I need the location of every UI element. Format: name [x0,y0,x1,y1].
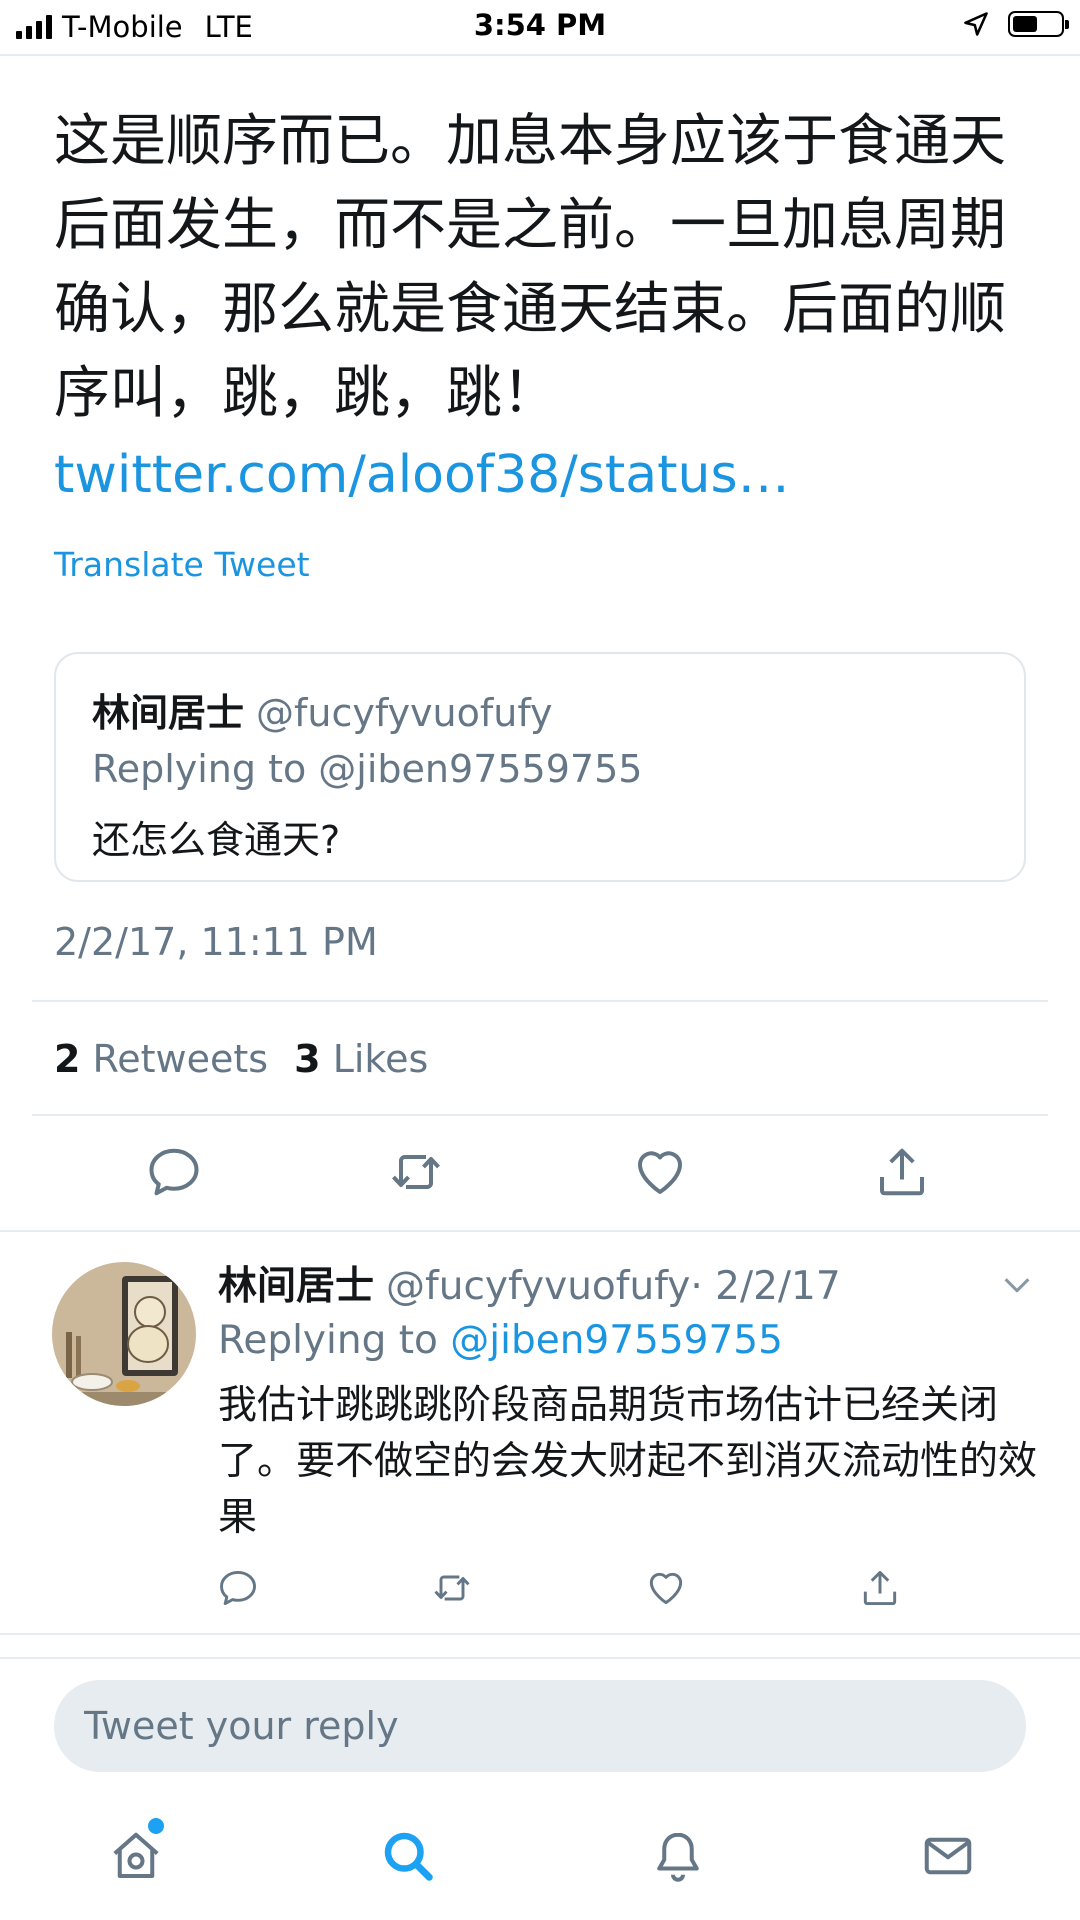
avatar-image [52,1262,196,1406]
tweet-timestamp: 2/2/17, 11:11 PM [54,920,378,964]
likes-label: Likes [332,1037,429,1081]
status-time: 3:54 PM [473,8,607,42]
location-arrow-icon [964,12,988,36]
quoted-replying-to: Replying to @jiben97559755 [92,747,643,791]
retweet-icon[interactable] [386,1142,446,1202]
divider [0,1633,1080,1635]
quoted-author-name: 林间居士 [92,691,245,735]
translate-tweet-link[interactable]: Translate Tweet [54,545,310,584]
status-right [962,10,1069,38]
status-bar: T-Mobile LTE 3:54 PM [0,0,1080,56]
notifications-icon[interactable] [648,1826,708,1886]
retweet-count: 2 [54,1037,81,1081]
divider [32,1114,1048,1116]
quoted-author-handle: @fucyfyvuofufy [256,691,553,735]
divider [0,1657,1080,1659]
quoted-tweet-author: 林间居士 @fucyfyvuofufy [92,682,553,737]
tweet-link[interactable]: twitter.com/aloof38/status… [54,445,790,505]
reply-date: · 2/2/17 [690,1264,841,1309]
share-icon[interactable] [858,1566,902,1610]
tweet-text: 这是顺序而已。加息本身应该于食通天后面发生，而不是之前。一旦加息周期确认，那么就… [54,109,1006,426]
like-count: 3 [294,1037,321,1081]
avatar[interactable] [52,1262,196,1406]
reply-replying-to: Replying to @jiben97559755 [218,1318,783,1363]
share-icon[interactable] [872,1142,932,1202]
reply-input[interactable] [54,1680,1026,1772]
replying-to-label: Replying to [218,1318,438,1363]
home-icon[interactable] [106,1826,166,1886]
battery-icon [1008,11,1069,37]
home-notification-dot [148,1818,164,1834]
search-icon[interactable] [378,1826,438,1886]
tweet-stats: 2 Retweets 3 Likes [54,1037,428,1081]
like-icon[interactable] [630,1142,690,1202]
like-icon[interactable] [644,1566,688,1610]
retweet-count-link[interactable]: 2 Retweets [54,1037,268,1081]
reply-text: 我估计跳跳跳阶段商品期货市场估计已经关闭了。要不做空的会发大财起不到消灭流动性的… [218,1383,1038,1540]
reply-icon[interactable] [144,1142,204,1202]
reply-icon[interactable] [216,1566,260,1610]
messages-icon[interactable] [918,1826,978,1886]
retweets-label: Retweets [92,1037,269,1081]
reply-author: 林间居士 @fucyfyvuofufy· 2/2/17 [218,1255,841,1311]
divider [0,1230,1080,1232]
like-count-link[interactable]: 3 Likes [294,1037,428,1081]
divider [32,1000,1048,1002]
retweet-icon[interactable] [430,1566,474,1610]
reply-author-handle[interactable]: @fucyfyvuofufy [386,1264,690,1309]
chevron-down-icon[interactable] [1000,1268,1034,1302]
replying-to-mention[interactable]: @jiben97559755 [450,1318,783,1363]
quoted-tweet-text: 还怎么食通天? [92,818,341,862]
quoted-tweet-card[interactable]: 林间居士 @fucyfyvuofufy Replying to @jiben975… [54,652,1026,882]
reply-author-name[interactable]: 林间居士 [218,1264,374,1309]
